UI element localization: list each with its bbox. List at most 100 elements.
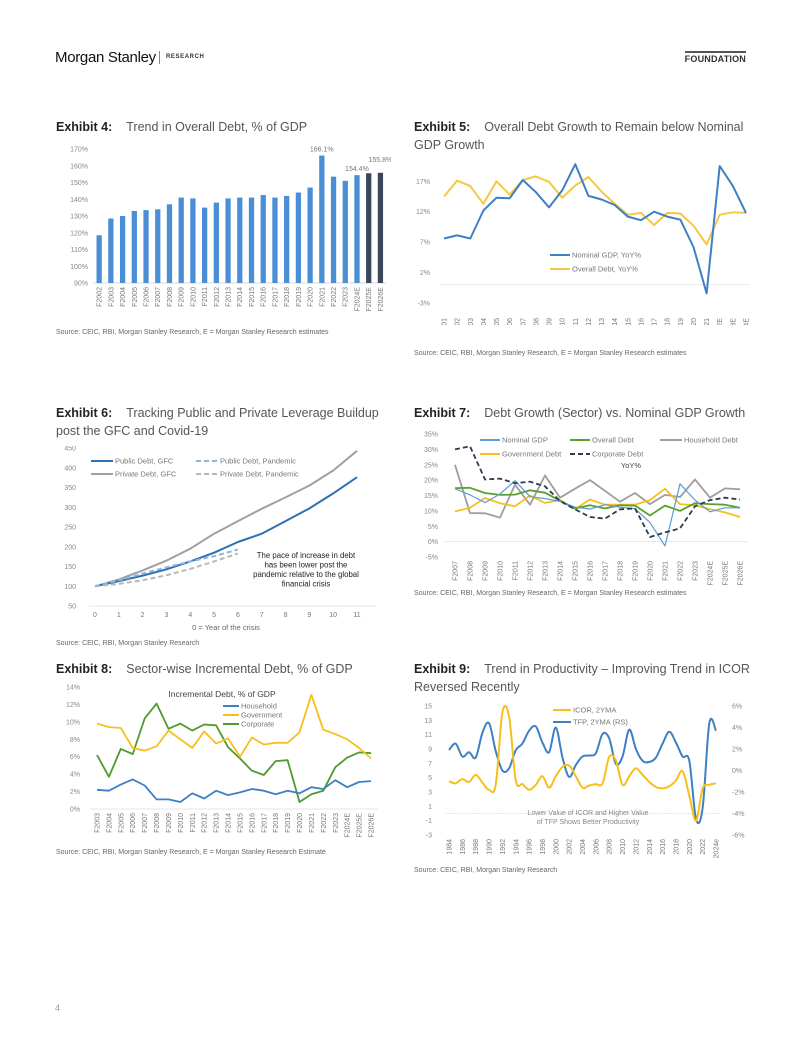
exhibit-8-chart: 0% 2% 4% 6% 8% 10% 12% 14% Incremental Debt, % o…: [66, 685, 378, 838]
x-tick-label: F2020: [308, 287, 315, 307]
y-tick-label: 7%: [420, 240, 430, 247]
x-tick-label: F2017: [603, 561, 610, 581]
x-tick-label: 8: [284, 612, 288, 619]
x-tick-label: 4: [188, 612, 192, 619]
exhibit-label: Exhibit 9:: [414, 662, 471, 676]
y-tick-label: 150%: [70, 180, 88, 187]
y-tick-label: 160%: [70, 163, 88, 170]
x-tick-label: F2006: [130, 813, 137, 833]
x-tick-label: F2022: [331, 287, 338, 307]
y-tick-label: 2%: [732, 747, 742, 754]
x-tick-label: 2000: [553, 839, 560, 855]
exhibit-title: Exhibit 5: Overall Debt Growth to Remain …: [414, 118, 754, 154]
x-tick-label: F2015: [249, 287, 256, 307]
x-tick-label: F2023: [343, 287, 350, 307]
series-line: [443, 175, 747, 246]
x-tick-label: 1986: [460, 839, 467, 855]
legend-label: Corporate Debt: [592, 450, 644, 459]
bar: [248, 197, 255, 283]
y-tick-label: 140%: [70, 197, 88, 204]
x-tick-label: F2003: [468, 318, 475, 325]
legend-label: Overall Debt, YoY%: [572, 265, 638, 274]
y-tick-label: 0%: [428, 539, 438, 546]
x-tick-label: F2004: [481, 318, 488, 325]
foundation-badge: FOUNDATION: [684, 51, 746, 64]
x-tick-label: F2013: [599, 318, 606, 325]
x-tick-label: 6: [236, 612, 240, 619]
bar: [260, 195, 266, 283]
x-tick-label: 2012: [633, 839, 640, 855]
x-tick-label: F2005: [132, 287, 139, 307]
x-tick-label: F2019: [633, 561, 640, 581]
x-tick-label: F2023: [693, 561, 700, 581]
legend-label: Government Debt: [502, 450, 562, 459]
x-tick-label: F2019: [296, 287, 303, 307]
x-tick-label: 2008: [607, 839, 614, 855]
y-tick-label: 0%: [732, 768, 742, 775]
y-tick-label: 130%: [70, 214, 88, 221]
x-tick-label: F2025E: [366, 287, 373, 312]
annotation-text: YoY%: [621, 461, 641, 470]
y-tick-label: 120%: [70, 230, 88, 237]
x-tick-label: F2020: [297, 813, 304, 833]
y-tick-label: 2%: [70, 789, 80, 796]
exhibit-6-chart: 50 100 150 200 250 300 350 400 450 0 1 2 3 4 5 6 7 8 9 10 11…: [64, 446, 376, 632]
exhibit-label: Exhibit 4:: [56, 120, 113, 134]
exhibit-title-text: Sector-wise Incremental Debt, % of GDP: [126, 662, 353, 676]
x-tick-label: F2024E: [744, 318, 751, 325]
x-tick-label: F2020: [691, 318, 698, 325]
x-tick-label: 11: [353, 612, 360, 619]
y-tick-label: 0%: [70, 807, 80, 814]
x-tick-label: 5: [212, 612, 216, 619]
annotation-text: The pace of increase in debt has been low…: [253, 551, 359, 589]
y-tick-label: 100: [64, 584, 76, 591]
x-tick-label: F2011: [202, 287, 209, 306]
legend-label: Public Debt, Pandemic: [220, 457, 296, 466]
y-tick-label: -5%: [426, 555, 438, 562]
x-tick-label: 9: [307, 612, 311, 619]
legend-label: Nominal GDP, YoY%: [572, 251, 641, 260]
y-tick-label: -4%: [732, 811, 744, 818]
bar: [295, 192, 302, 283]
legend-label: Household: [241, 702, 277, 711]
y-tick-label: 200: [64, 544, 76, 551]
x-tick-label: F2019: [678, 318, 685, 325]
y-tick-label: 90%: [74, 281, 88, 288]
x-tick-label: F2023E: [730, 318, 737, 325]
y-tick-label: 250: [64, 525, 76, 532]
series-line: [448, 717, 717, 825]
y-tick-label: 350: [64, 485, 76, 492]
series-line: [454, 445, 741, 538]
x-tick-label: F2016: [588, 561, 595, 581]
exhibit-source: Source: CEIC, RBI, Morgan Stanley Resear…: [414, 867, 558, 874]
x-tick-label: F2007: [520, 318, 527, 325]
x-tick-label: F2013: [214, 813, 221, 833]
y-tick-label: 20%: [424, 478, 438, 485]
x-tick-label: 1992: [500, 839, 507, 855]
exhibit-title: Exhibit 4: Trend in Overall Debt, % of GD…: [56, 118, 391, 136]
annotation-text: of TFP Shows Better Productivity: [537, 819, 640, 826]
x-tick-label: 2002: [567, 839, 574, 855]
x-tick-label: F2022: [321, 813, 328, 833]
series-line: [454, 464, 741, 519]
x-tick-label: 1988: [473, 839, 480, 855]
x-tick-label: F2022: [678, 561, 685, 581]
x-tick-label: F2003: [108, 287, 115, 307]
header-divider: [159, 51, 160, 64]
exhibit-9-chart: -3-113579111315-6%-4%-2%0%2%4%6%ICOR, 2Y…: [424, 704, 744, 859]
bar: [143, 210, 149, 283]
x-tick-label: F2008: [154, 813, 161, 833]
y-tick-label: 170%: [70, 147, 88, 154]
y-tick-label: 7: [428, 761, 432, 768]
legend-label: ICOR, 2YMA: [573, 706, 616, 715]
x-tick-label: F2026E: [369, 813, 376, 838]
exhibit-source: Source: CEIC, RBI, Morgan Stanley Resear…: [56, 329, 329, 336]
exhibit-5-chart: -3% 2% 7% 12% 17% Nominal GDP, YoY% Overall De…: [416, 163, 751, 325]
x-tick-label: F2015: [625, 318, 632, 325]
x-tick-label: F2018: [618, 561, 625, 581]
x-tick-label: 2014: [647, 839, 654, 855]
y-tick-label: 150: [64, 564, 76, 571]
x-tick-label: F2018: [665, 318, 672, 325]
section-label: RESEARCH: [166, 54, 205, 60]
x-tick-label: F2006: [507, 318, 514, 325]
